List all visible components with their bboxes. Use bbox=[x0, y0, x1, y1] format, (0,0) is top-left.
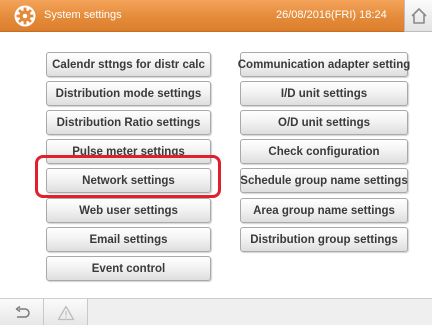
communication-adapter-button[interactable]: Communication adapter setting bbox=[238, 52, 410, 77]
schedule-group-name-button[interactable]: Schedule group name settings bbox=[240, 168, 408, 193]
highlight-frame bbox=[35, 155, 221, 198]
calendar-settings-button[interactable]: Calendr sttngs for distr calc bbox=[46, 52, 211, 77]
warning-button[interactable] bbox=[44, 299, 88, 325]
od-unit-settings-button[interactable]: O/D unit settings bbox=[240, 110, 408, 135]
datetime-display: 26/08/2016(FRI) 18:24 bbox=[276, 9, 387, 21]
id-unit-settings-button[interactable]: I/D unit settings bbox=[240, 81, 408, 106]
distribution-ratio-button[interactable]: Distribution Ratio settings bbox=[46, 110, 211, 135]
gear-icon bbox=[14, 5, 36, 27]
home-icon bbox=[410, 7, 427, 24]
event-control-button[interactable]: Event control bbox=[46, 256, 211, 281]
warning-icon bbox=[57, 305, 74, 320]
back-button[interactable] bbox=[0, 299, 44, 325]
distribution-mode-button[interactable]: Distribution mode settings bbox=[46, 81, 211, 106]
check-configuration-button[interactable]: Check configuration bbox=[240, 139, 408, 164]
page-title: System settings bbox=[44, 9, 122, 21]
distribution-group-button[interactable]: Distribution group settings bbox=[240, 227, 408, 252]
title-bar: System settings 26/08/2016(FRI) 18:24 bbox=[0, 0, 404, 32]
email-settings-button[interactable]: Email settings bbox=[46, 227, 211, 252]
back-arrow-icon bbox=[15, 305, 30, 318]
home-button[interactable] bbox=[404, 0, 432, 32]
web-user-settings-button[interactable]: Web user settings bbox=[46, 198, 211, 223]
footer-bar bbox=[0, 298, 432, 325]
area-group-name-button[interactable]: Area group name settings bbox=[240, 198, 408, 223]
